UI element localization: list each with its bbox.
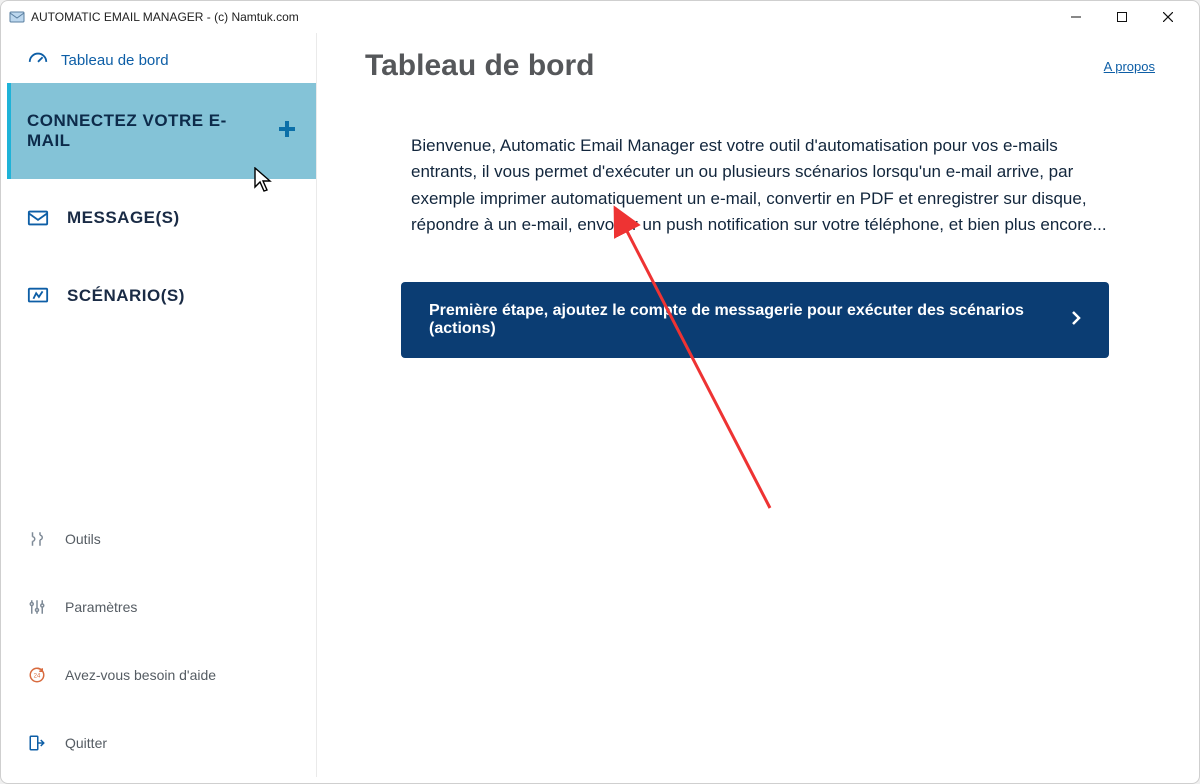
- sidebar-item-settings[interactable]: Paramètres: [7, 573, 316, 641]
- chevron-right-icon: [1071, 311, 1081, 330]
- app-icon: [9, 9, 25, 25]
- sidebar-spacer: [7, 335, 316, 505]
- window-title: AUTOMATIC EMAIL MANAGER - (c) Namtuk.com: [31, 10, 299, 24]
- sidebar: Tableau de bord CONNECTEZ VOTRE E-MAIL M…: [7, 33, 317, 777]
- sidebar-item-messages[interactable]: MESSAGE(S): [7, 179, 316, 257]
- titlebar[interactable]: AUTOMATIC EMAIL MANAGER - (c) Namtuk.com: [1, 1, 1199, 33]
- welcome-text: Bienvenue, Automatic Email Manager est v…: [411, 133, 1109, 238]
- gauge-icon: [27, 49, 49, 71]
- close-button[interactable]: [1145, 2, 1191, 32]
- sidebar-item-scenarios[interactable]: SCÉNARIO(S): [7, 257, 316, 335]
- sidebar-item-label: SCÉNARIO(S): [67, 286, 185, 306]
- minimize-button[interactable]: [1053, 2, 1099, 32]
- sidebar-item-label: Avez-vous besoin d'aide: [65, 667, 216, 683]
- cta-label: Première étape, ajoutez le compte de mes…: [429, 302, 1059, 338]
- sidebar-item-label: CONNECTEZ VOTRE E-MAIL: [27, 111, 260, 151]
- window-controls: [1053, 2, 1191, 32]
- sidebar-bottom: Outils Paramètres 24 Avez-vous besoin d'…: [7, 505, 316, 777]
- sidebar-nav: CONNECTEZ VOTRE E-MAIL MESSAGE(S) SCÉNA: [7, 83, 316, 335]
- sidebar-item-help[interactable]: 24 Avez-vous besoin d'aide: [7, 641, 316, 709]
- page-title: Tableau de bord: [365, 49, 594, 83]
- app-body: Tableau de bord CONNECTEZ VOTRE E-MAIL M…: [7, 33, 1193, 777]
- svg-text:24: 24: [34, 673, 41, 679]
- sidebar-item-label: Paramètres: [65, 599, 137, 615]
- exit-icon: [27, 733, 47, 753]
- sidebar-item-label: Outils: [65, 531, 101, 547]
- sidebar-item-label: Quitter: [65, 735, 107, 751]
- plus-icon[interactable]: [278, 118, 296, 144]
- sidebar-item-connect-email[interactable]: CONNECTEZ VOTRE E-MAIL: [7, 83, 316, 179]
- main-header: Tableau de bord A propos: [355, 33, 1155, 83]
- help-icon: 24: [27, 665, 47, 685]
- maximize-button[interactable]: [1099, 2, 1145, 32]
- envelope-icon: [27, 207, 49, 229]
- sidebar-dashboard[interactable]: Tableau de bord: [7, 33, 316, 83]
- main-content: Tableau de bord A propos Bienvenue, Auto…: [317, 33, 1193, 777]
- about-link[interactable]: A propos: [1104, 59, 1155, 74]
- add-account-button[interactable]: Première étape, ajoutez le compte de mes…: [401, 282, 1109, 358]
- sidebar-item-label: MESSAGE(S): [67, 208, 180, 228]
- app-window: AUTOMATIC EMAIL MANAGER - (c) Namtuk.com…: [0, 0, 1200, 784]
- scenario-icon: [27, 285, 49, 307]
- sidebar-item-quit[interactable]: Quitter: [7, 709, 316, 777]
- sidebar-dashboard-label: Tableau de bord: [61, 52, 169, 69]
- tools-icon: [27, 529, 47, 549]
- sliders-icon: [27, 597, 47, 617]
- sidebar-item-tools[interactable]: Outils: [7, 505, 316, 573]
